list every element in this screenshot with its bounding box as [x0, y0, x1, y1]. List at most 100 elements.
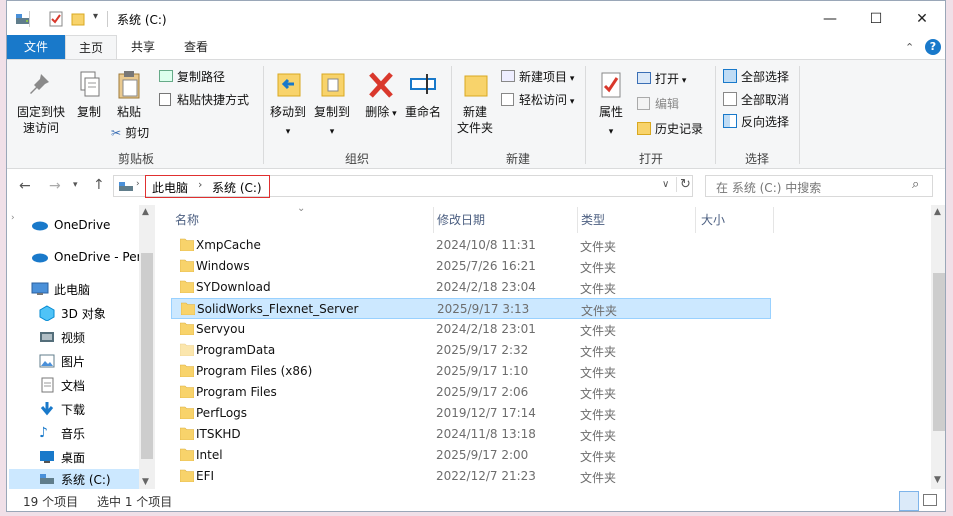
file-row[interactable]: ITSKHD 2024/11/8 13:18 文件夹 [171, 424, 771, 445]
nav-label: 此电脑 [54, 282, 91, 297]
up-arrow-icon[interactable]: ↑ [93, 177, 105, 193]
select-none-label: 全部取消 [741, 93, 790, 107]
refresh-icon[interactable]: ↻ [676, 177, 691, 192]
cut-button[interactable]: ✂ 剪切 [111, 124, 149, 141]
file-row[interactable]: Program Files 2025/9/17 2:06 文件夹 [171, 382, 771, 403]
close-button[interactable]: ✕ [899, 1, 945, 37]
file-name: SolidWorks_Flexnet_Server [197, 302, 359, 316]
file-name: ITSKHD [196, 427, 241, 441]
move-to-button[interactable]: 移动到 ▾ [267, 70, 309, 140]
file-type: 文件夹 [580, 366, 617, 380]
nav-scroll-down-icon[interactable]: ▼ [142, 477, 149, 487]
open-label: 打开 [655, 72, 680, 86]
file-row[interactable]: PerfLogs 2019/12/7 17:14 文件夹 [171, 403, 771, 424]
rename-label: 重命名 [404, 105, 441, 119]
help-icon[interactable]: ? [925, 39, 941, 55]
paste-button[interactable]: 粘贴 [111, 70, 147, 120]
recent-locations-icon[interactable]: ▾ [73, 180, 78, 190]
new-item-button[interactable]: 新建项目 ▾ [501, 68, 574, 85]
folder-icon [180, 343, 194, 356]
pin-label: 固定到快 速访问 [16, 105, 65, 135]
breadcrumb-chevron-icon[interactable]: › [136, 179, 140, 189]
nav-expand-icon[interactable]: › [11, 213, 15, 223]
breadcrumb-drive[interactable]: 系统 (C:) [212, 179, 262, 196]
file-row[interactable]: SYDownload 2024/2/18 23:04 文件夹 [171, 277, 771, 298]
maximize-button[interactable]: ☐ [853, 1, 899, 37]
address-box[interactable]: › 此电脑 › 系统 (C:) ∨ ↻ [113, 175, 693, 198]
navigation-pane: › OneDrive OneDrive - Per 此电脑 3D 对象 视频 图… [7, 205, 155, 489]
file-type: 文件夹 [580, 408, 617, 422]
select-all-icon [723, 69, 737, 83]
file-row[interactable]: Program Files (x86) 2025/9/17 1:10 文件夹 [171, 361, 771, 382]
properties-button[interactable]: 属性 ▾ [591, 70, 631, 140]
list-scroll-down-icon[interactable]: ▼ [934, 475, 941, 485]
file-list-scroll-thumb[interactable] [933, 273, 945, 431]
copy-button[interactable]: 复制 [71, 70, 107, 120]
file-row[interactable]: Servyou 2024/2/18 23:01 文件夹 [171, 319, 771, 340]
invert-selection-button[interactable]: 反向选择 [723, 113, 789, 130]
move-to-label: 移动到 ▾ [269, 105, 306, 137]
file-type: 文件夹 [580, 261, 617, 275]
open-button[interactable]: 打开 ▾ [637, 70, 686, 87]
rename-button[interactable]: 重命名 [403, 70, 443, 120]
delete-button[interactable]: 删除 ▾ [361, 70, 401, 122]
details-view-icon[interactable] [899, 491, 919, 511]
file-date: 2025/9/17 2:00 [436, 448, 529, 462]
picture-icon [39, 354, 55, 368]
scissors-icon: ✂ [111, 126, 122, 140]
list-scroll-up-icon[interactable]: ▲ [934, 207, 941, 217]
file-date: 2019/12/7 17:14 [436, 406, 536, 420]
file-type: 文件夹 [580, 450, 617, 464]
address-dropdown-icon[interactable]: ∨ [662, 179, 669, 190]
tab-share[interactable]: 共享 [117, 35, 169, 59]
breadcrumb-separator-icon[interactable]: › [198, 178, 202, 191]
folder-icon [180, 427, 194, 440]
file-row[interactable]: EFI 2022/12/7 21:23 文件夹 [171, 466, 771, 487]
column-header-type[interactable]: 类型 [563, 207, 683, 233]
column-header-date[interactable]: 修改日期 [419, 207, 563, 233]
copy-path-button[interactable]: 复制路径 [159, 68, 225, 85]
select-none-button[interactable]: 全部取消 [723, 91, 789, 108]
minimize-button[interactable]: — [807, 1, 853, 37]
copy-to-button[interactable]: 复制到 ▾ [311, 70, 353, 140]
search-input[interactable]: 在 系统 (C:) 中搜索 [716, 179, 821, 196]
back-arrow-icon[interactable]: ← [19, 178, 31, 194]
new-folder-button[interactable]: 新建 文件夹 [455, 70, 495, 136]
new-folder-qat-icon[interactable] [71, 11, 85, 27]
file-date: 2025/9/17 2:06 [436, 385, 529, 399]
column-header-name[interactable]: 名称 [157, 207, 419, 233]
search-icon[interactable]: ⌕ [912, 177, 919, 192]
file-row[interactable]: Windows 2025/7/26 16:21 文件夹 [171, 256, 771, 277]
edit-button[interactable]: 编辑 [637, 95, 679, 112]
file-name: ProgramData [196, 343, 276, 357]
open-icon [637, 72, 651, 84]
file-row[interactable]: XmpCache 2024/10/8 11:31 文件夹 [171, 235, 771, 256]
nav-scroll-thumb[interactable] [141, 253, 153, 459]
properties-qat-icon[interactable] [49, 11, 63, 27]
rename-icon [410, 74, 436, 94]
tab-file[interactable]: 文件 [7, 35, 65, 59]
breadcrumb-this-pc[interactable]: 此电脑 [152, 179, 188, 196]
edit-label: 编辑 [655, 97, 680, 111]
tab-home[interactable]: 主页 [65, 35, 117, 60]
select-none-icon [723, 92, 737, 106]
new-folder-icon [464, 75, 488, 97]
qat-dropdown-icon[interactable]: ▾ [93, 11, 98, 22]
select-all-button[interactable]: 全部选择 [723, 68, 789, 85]
tab-view[interactable]: 查看 [169, 35, 223, 59]
paste-shortcut-button[interactable]: 粘贴快捷方式 [159, 91, 249, 108]
forward-arrow-icon[interactable]: → [49, 178, 61, 194]
column-header-size[interactable]: 大小 [683, 207, 773, 233]
large-icons-view-icon[interactable] [923, 494, 937, 506]
nav-item-system-c[interactable]: 系统 (C:) [9, 469, 139, 489]
file-row[interactable]: SolidWorks_Flexnet_Server 2025/9/17 3:13 文… [171, 298, 771, 319]
search-box[interactable]: 在 系统 (C:) 中搜索 ⌕ [705, 175, 933, 197]
file-row[interactable]: Intel 2025/9/17 2:00 文件夹 [171, 445, 771, 466]
nav-scroll-up-icon[interactable]: ▲ [142, 207, 149, 217]
music-icon: ♪ [39, 425, 48, 441]
easy-access-button[interactable]: 轻松访问 ▾ [501, 91, 574, 108]
ribbon-collapse-icon[interactable]: ⌃ [905, 41, 914, 54]
pin-quick-access-button[interactable]: 固定到快 速访问 [11, 70, 71, 136]
history-button[interactable]: 历史记录 [637, 120, 703, 137]
file-row[interactable]: ProgramData 2025/9/17 2:32 文件夹 [171, 340, 771, 361]
